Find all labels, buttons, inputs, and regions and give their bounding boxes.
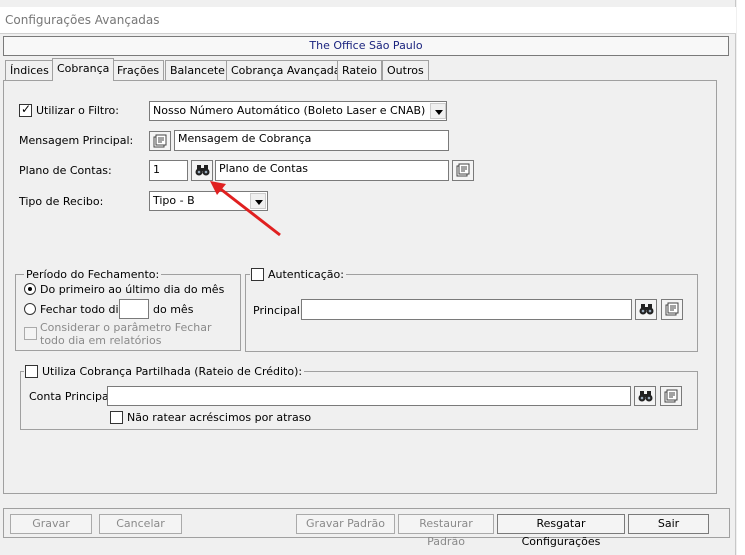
periodo-option1-label: Do primeiro ao último dia do mês (40, 283, 225, 296)
tab-outros[interactable]: Outros (382, 60, 429, 80)
tab-cobranca[interactable]: Cobrança (52, 58, 115, 81)
filtro-label: Utilizar o Filtro: (36, 104, 119, 117)
sair-button[interactable]: Sair (628, 514, 709, 534)
conta-principal-label: Conta Principal: (29, 390, 116, 403)
fechar-dia-field[interactable] (119, 299, 149, 319)
mensagem-lookup-button[interactable] (149, 131, 171, 151)
tab-indices[interactable]: Índices (5, 60, 54, 80)
cancelar-button[interactable]: Cancelar (99, 514, 182, 534)
config-window: Configurações Avançadas The Office São P… (0, 0, 736, 555)
tab-rateio[interactable]: Rateio (337, 60, 383, 80)
mensagem-field[interactable]: Mensagem de Cobrança (174, 130, 449, 151)
lookup-form-icon (664, 389, 678, 403)
lookup-form-icon (665, 302, 679, 316)
gravar-button[interactable]: Gravar (10, 514, 92, 534)
conta-lookup-button[interactable] (660, 386, 682, 406)
lookup-form-icon (153, 134, 167, 148)
plano-code-field[interactable]: 1 (149, 160, 188, 181)
periodo-option2-prefix: Fechar todo dia (40, 303, 126, 316)
tab-fracoes[interactable]: Frações (112, 60, 165, 80)
filtro-checkbox[interactable] (19, 102, 32, 117)
filtro-select[interactable]: Nosso Número Automático (Boleto Laser e … (149, 101, 447, 121)
recibo-label: Tipo de Recibo: (19, 195, 104, 208)
periodo-option2-radio[interactable] (24, 303, 36, 315)
resgatar-configuracoes-button[interactable]: Resgatar Configurações (497, 514, 625, 548)
gravar-button-label: Gravar (32, 517, 70, 530)
binoculars-icon (639, 304, 654, 315)
window-title: Configurações Avançadas (5, 13, 160, 27)
recibo-select-value: Tipo - B (153, 194, 195, 207)
nao-ratear-checkbox[interactable] (110, 411, 123, 424)
cancelar-button-label: Cancelar (116, 517, 165, 530)
background-window-edge (737, 0, 745, 555)
conta-search-button[interactable] (634, 386, 656, 406)
sair-button-label: Sair (657, 517, 680, 530)
mensagem-label: Mensagem Principal: (19, 134, 134, 147)
tab-balancete[interactable]: Balancete (165, 60, 230, 80)
periodo-option2-suffix: do mês (153, 303, 194, 316)
nao-ratear-label: Não ratear acréscimos por atraso (127, 411, 312, 424)
partilhada-title: Utiliza Cobrança Partilhada (Rateio de C… (24, 365, 305, 378)
company-header: The Office São Paulo (3, 36, 729, 56)
autenticacao-search-button[interactable] (635, 299, 657, 320)
autenticacao-principal-field[interactable] (301, 299, 632, 320)
conta-principal-field[interactable] (107, 386, 631, 406)
plano-lookup-button[interactable] (452, 160, 474, 181)
plano-label: Plano de Contas: (19, 164, 112, 177)
autenticacao-checkbox[interactable] (251, 268, 264, 281)
periodo-title: Período do Fechamento: (24, 268, 162, 281)
autenticacao-lookup-button[interactable] (661, 299, 683, 320)
periodo-option1-radio[interactable] (24, 283, 36, 295)
gravar-padrao-button-label: Gravar Padrão (306, 517, 385, 530)
tab-cobranca-avancada[interactable]: Cobrança Avançada (226, 60, 346, 80)
binoculars-icon (638, 391, 653, 402)
autenticacao-principal-label: Principal: (253, 304, 304, 317)
restaurar-padrao-button-label: Restaurar Padrão (419, 517, 473, 548)
resgatar-button-label: Resgatar Configurações (521, 517, 601, 548)
binoculars-icon (195, 165, 210, 176)
filtro-select-value: Nosso Número Automático (Boleto Laser e … (153, 104, 426, 117)
chevron-down-icon[interactable] (430, 103, 446, 119)
lookup-form-icon (456, 163, 470, 177)
considerar-checkbox[interactable] (24, 327, 37, 340)
partilhada-checkbox[interactable] (25, 365, 38, 378)
gravar-padrao-button[interactable]: Gravar Padrão (296, 514, 395, 534)
considerar-label: Considerar o parâmetro Fechar todo dia e… (40, 321, 212, 347)
autenticacao-title: Autenticação: (250, 268, 346, 281)
annotation-arrow (210, 181, 281, 237)
restaurar-padrao-button[interactable]: Restaurar Padrão (398, 514, 494, 548)
